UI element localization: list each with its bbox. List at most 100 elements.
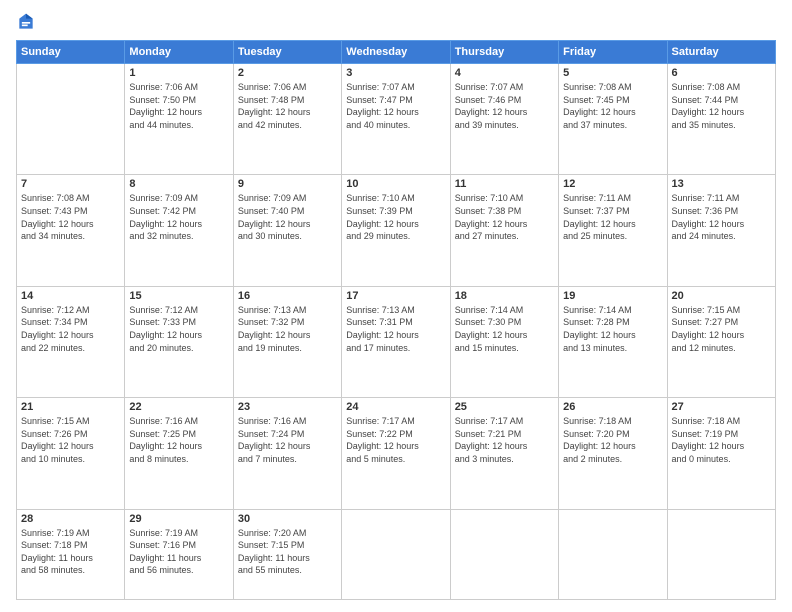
day-number: 19 — [563, 290, 662, 302]
weekday-header-friday: Friday — [559, 41, 667, 64]
day-number: 27 — [672, 401, 771, 413]
day-number: 6 — [672, 67, 771, 79]
calendar-cell — [342, 509, 450, 599]
calendar-cell: 5Sunrise: 7:08 AM Sunset: 7:45 PM Daylig… — [559, 64, 667, 175]
calendar-cell: 8 Sunrise: 7:09 AM Sunset: 7:42 PM Daylig… — [125, 175, 233, 286]
page: SundayMondayTuesdayWednesdayThursdayFrid… — [0, 0, 792, 612]
cell-info: Sunrise: 7:11 AM Sunset: 7:36 PM Dayligh… — [672, 192, 771, 242]
calendar-cell: 16Sunrise: 7:13 AM Sunset: 7:32 PM Dayli… — [233, 286, 341, 397]
cell-info: Sunrise: 7:06 AM Sunset: 7:48 PM Dayligh… — [238, 81, 337, 131]
weekday-header-thursday: Thursday — [450, 41, 558, 64]
day-number: 15 — [129, 290, 228, 302]
cell-info: Sunrise: 7:14 AM Sunset: 7:28 PM Dayligh… — [563, 304, 662, 354]
calendar-cell: 7 Sunrise: 7:08 AM Sunset: 7:43 PM Daylig… — [17, 175, 125, 286]
cell-info: Sunrise: 7:19 AM Sunset: 7:16 PM Dayligh… — [129, 527, 228, 577]
weekday-header-sunday: Sunday — [17, 41, 125, 64]
calendar-cell: 21 Sunrise: 7:15 AM Sunset: 7:26 PM Dayli… — [17, 398, 125, 509]
calendar-cell: 28Sunrise: 7:19 AM Sunset: 7:18 PM Dayli… — [17, 509, 125, 599]
day-number: 12 — [563, 178, 662, 190]
day-number: 5 — [563, 67, 662, 79]
day-number: 30 — [238, 513, 337, 525]
cell-info: Sunrise: 7:09 AM Sunset: 7:40 PM Dayligh… — [238, 192, 337, 242]
calendar-cell: 27 Sunrise: 7:18 AM Sunset: 7:19 PM Dayli… — [667, 398, 775, 509]
cell-info: Sunrise: 7:07 AM Sunset: 7:46 PM Dayligh… — [455, 81, 554, 131]
logo-icon — [16, 12, 36, 32]
calendar-table: SundayMondayTuesdayWednesdayThursdayFrid… — [16, 40, 776, 600]
day-number: 2 — [238, 67, 337, 79]
cell-info: Sunrise: 7:10 AM Sunset: 7:39 PM Dayligh… — [346, 192, 445, 242]
header — [16, 12, 776, 32]
day-number: 18 — [455, 290, 554, 302]
calendar-cell: 25 Sunrise: 7:17 AM Sunset: 7:21 PM Dayli… — [450, 398, 558, 509]
calendar-week-1: 7 Sunrise: 7:08 AM Sunset: 7:43 PM Daylig… — [17, 175, 776, 286]
cell-info: Sunrise: 7:16 AM Sunset: 7:25 PM Dayligh… — [129, 415, 228, 465]
calendar-cell: 12 Sunrise: 7:11 AM Sunset: 7:37 PM Dayli… — [559, 175, 667, 286]
weekday-header-monday: Monday — [125, 41, 233, 64]
cell-info: Sunrise: 7:11 AM Sunset: 7:37 PM Dayligh… — [563, 192, 662, 242]
calendar-cell: 15 Sunrise: 7:12 AM Sunset: 7:33 PM Dayli… — [125, 286, 233, 397]
calendar-cell: 11 Sunrise: 7:10 AM Sunset: 7:38 PM Dayli… — [450, 175, 558, 286]
day-number: 11 — [455, 178, 554, 190]
day-number: 7 — [21, 178, 120, 190]
calendar-cell: 1Sunrise: 7:06 AM Sunset: 7:50 PM Daylig… — [125, 64, 233, 175]
cell-info: Sunrise: 7:20 AM Sunset: 7:15 PM Dayligh… — [238, 527, 337, 577]
calendar-cell: 2 Sunrise: 7:06 AM Sunset: 7:48 PM Daylig… — [233, 64, 341, 175]
logo — [16, 12, 40, 32]
day-number: 4 — [455, 67, 554, 79]
calendar-week-0: 1Sunrise: 7:06 AM Sunset: 7:50 PM Daylig… — [17, 64, 776, 175]
day-number: 10 — [346, 178, 445, 190]
calendar-cell: 22 Sunrise: 7:16 AM Sunset: 7:25 PM Dayli… — [125, 398, 233, 509]
cell-info: Sunrise: 7:17 AM Sunset: 7:21 PM Dayligh… — [455, 415, 554, 465]
day-number: 17 — [346, 290, 445, 302]
calendar-week-2: 14Sunrise: 7:12 AM Sunset: 7:34 PM Dayli… — [17, 286, 776, 397]
calendar-cell: 9Sunrise: 7:09 AM Sunset: 7:40 PM Daylig… — [233, 175, 341, 286]
calendar-cell: 4 Sunrise: 7:07 AM Sunset: 7:46 PM Daylig… — [450, 64, 558, 175]
cell-info: Sunrise: 7:13 AM Sunset: 7:31 PM Dayligh… — [346, 304, 445, 354]
day-number: 26 — [563, 401, 662, 413]
calendar-cell: 10 Sunrise: 7:10 AM Sunset: 7:39 PM Dayli… — [342, 175, 450, 286]
calendar-cell: 14Sunrise: 7:12 AM Sunset: 7:34 PM Dayli… — [17, 286, 125, 397]
day-number: 22 — [129, 401, 228, 413]
day-number: 13 — [672, 178, 771, 190]
day-number: 14 — [21, 290, 120, 302]
calendar-cell: 18 Sunrise: 7:14 AM Sunset: 7:30 PM Dayli… — [450, 286, 558, 397]
cell-info: Sunrise: 7:08 AM Sunset: 7:43 PM Dayligh… — [21, 192, 120, 242]
day-number: 24 — [346, 401, 445, 413]
day-number: 21 — [21, 401, 120, 413]
calendar-cell: 29 Sunrise: 7:19 AM Sunset: 7:16 PM Dayli… — [125, 509, 233, 599]
cell-info: Sunrise: 7:18 AM Sunset: 7:20 PM Dayligh… — [563, 415, 662, 465]
cell-info: Sunrise: 7:13 AM Sunset: 7:32 PM Dayligh… — [238, 304, 337, 354]
calendar-cell: 23 Sunrise: 7:16 AM Sunset: 7:24 PM Dayli… — [233, 398, 341, 509]
weekday-header-tuesday: Tuesday — [233, 41, 341, 64]
calendar-cell — [559, 509, 667, 599]
calendar-cell: 6 Sunrise: 7:08 AM Sunset: 7:44 PM Daylig… — [667, 64, 775, 175]
day-number: 29 — [129, 513, 228, 525]
calendar-week-3: 21 Sunrise: 7:15 AM Sunset: 7:26 PM Dayli… — [17, 398, 776, 509]
day-number: 8 — [129, 178, 228, 190]
cell-info: Sunrise: 7:12 AM Sunset: 7:33 PM Dayligh… — [129, 304, 228, 354]
day-number: 23 — [238, 401, 337, 413]
calendar-cell — [17, 64, 125, 175]
calendar-cell — [667, 509, 775, 599]
calendar-cell: 24Sunrise: 7:17 AM Sunset: 7:22 PM Dayli… — [342, 398, 450, 509]
cell-info: Sunrise: 7:06 AM Sunset: 7:50 PM Dayligh… — [129, 81, 228, 131]
calendar-cell: 26 Sunrise: 7:18 AM Sunset: 7:20 PM Dayli… — [559, 398, 667, 509]
cell-info: Sunrise: 7:09 AM Sunset: 7:42 PM Dayligh… — [129, 192, 228, 242]
day-number: 25 — [455, 401, 554, 413]
calendar-cell: 20Sunrise: 7:15 AM Sunset: 7:27 PM Dayli… — [667, 286, 775, 397]
calendar-cell — [450, 509, 558, 599]
cell-info: Sunrise: 7:14 AM Sunset: 7:30 PM Dayligh… — [455, 304, 554, 354]
day-number: 3 — [346, 67, 445, 79]
cell-info: Sunrise: 7:10 AM Sunset: 7:38 PM Dayligh… — [455, 192, 554, 242]
cell-info: Sunrise: 7:15 AM Sunset: 7:27 PM Dayligh… — [672, 304, 771, 354]
cell-info: Sunrise: 7:18 AM Sunset: 7:19 PM Dayligh… — [672, 415, 771, 465]
calendar-cell: 17 Sunrise: 7:13 AM Sunset: 7:31 PM Dayli… — [342, 286, 450, 397]
cell-info: Sunrise: 7:16 AM Sunset: 7:24 PM Dayligh… — [238, 415, 337, 465]
weekday-header-wednesday: Wednesday — [342, 41, 450, 64]
cell-info: Sunrise: 7:08 AM Sunset: 7:44 PM Dayligh… — [672, 81, 771, 131]
calendar-cell: 19 Sunrise: 7:14 AM Sunset: 7:28 PM Dayli… — [559, 286, 667, 397]
cell-info: Sunrise: 7:15 AM Sunset: 7:26 PM Dayligh… — [21, 415, 120, 465]
calendar-cell: 30 Sunrise: 7:20 AM Sunset: 7:15 PM Dayli… — [233, 509, 341, 599]
cell-info: Sunrise: 7:19 AM Sunset: 7:18 PM Dayligh… — [21, 527, 120, 577]
calendar-week-4: 28Sunrise: 7:19 AM Sunset: 7:18 PM Dayli… — [17, 509, 776, 599]
